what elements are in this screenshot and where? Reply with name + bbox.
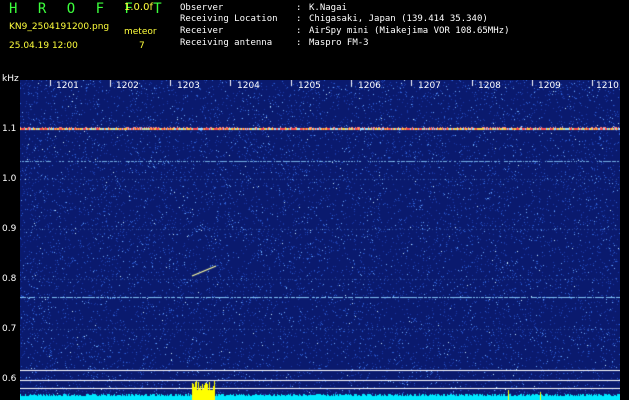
version-label: 1.0.0f: [124, 2, 153, 13]
y-tick-label: 0.7: [2, 324, 17, 334]
location-value: Chigasaki, Japan (139.414 35.340): [309, 14, 488, 24]
x-tick-label: 1205: [298, 81, 321, 91]
y-tick-label: 0.8: [2, 274, 17, 284]
datetime-label: 25.04.19 12:00: [9, 41, 78, 51]
y-tick-label: 0.9: [2, 224, 17, 234]
x-tick-label: 1206: [358, 81, 381, 91]
waterfall-spectrogram: [20, 80, 620, 400]
x-tick-label: 1210: [596, 81, 619, 91]
location-sep: :: [296, 14, 302, 24]
x-tick-label: 1209: [538, 81, 561, 91]
receiver-sep: :: [296, 26, 302, 36]
filename-label: KN9_2504191200.png: [9, 22, 110, 32]
receiver-label: Receiver: [180, 26, 224, 36]
x-tick-label: 1201: [56, 81, 79, 91]
y-tick-label: 0.6: [2, 374, 17, 384]
x-tick-label: 1203: [177, 81, 200, 91]
x-tick-label: 1207: [418, 81, 441, 91]
y-axis-unit: kHz: [2, 74, 19, 84]
observer-label: Observer: [180, 3, 224, 13]
meteor-count: 7: [139, 41, 145, 51]
meteor-label: meteor: [124, 27, 157, 37]
antenna-value: Maspro FM-3: [309, 38, 369, 48]
antenna-label: Receiving antenna: [180, 38, 273, 48]
antenna-sep: :: [296, 38, 302, 48]
x-tick-label: 1202: [116, 81, 139, 91]
receiver-value: AirSpy mini (Miakejima VOR 108.65MHz): [309, 26, 510, 36]
y-tick-label: 1.0: [2, 174, 17, 184]
location-label: Receiving Location: [180, 14, 278, 24]
x-tick-label: 1208: [478, 81, 501, 91]
x-tick-label: 1204: [237, 81, 260, 91]
observer-value: K.Nagai: [309, 3, 347, 13]
y-tick-label: 1.1: [2, 124, 17, 134]
observer-sep: :: [296, 3, 302, 13]
